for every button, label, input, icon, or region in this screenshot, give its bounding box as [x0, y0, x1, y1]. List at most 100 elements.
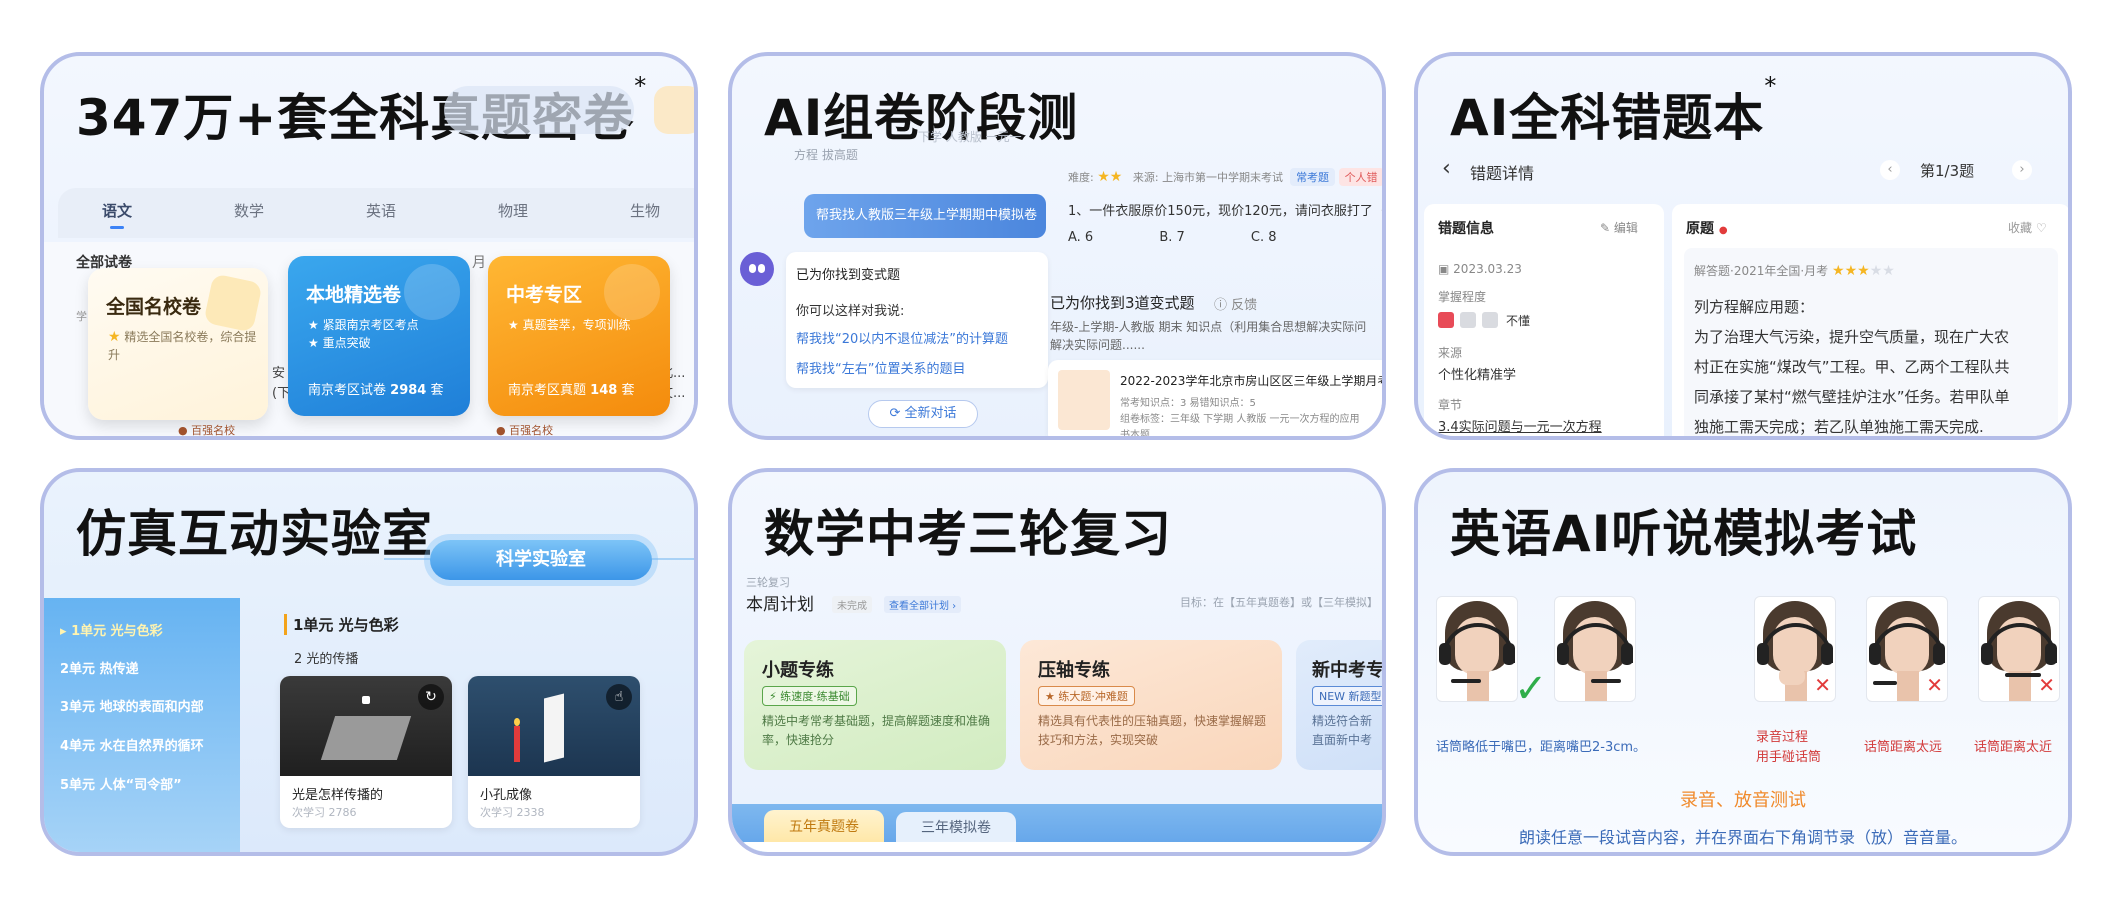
next-icon[interactable]: › [2012, 160, 2032, 180]
peek-text: 学 [76, 310, 87, 323]
date: ▣ 2023.03.23 [1438, 262, 1522, 276]
plan-card-title: 压轴专练 [1038, 660, 1110, 681]
tile-national-papers[interactable]: 全国名校卷 ★ 精选全国名校卷，综合提升 [88, 268, 268, 420]
mic-position-good-1 [1436, 596, 1518, 702]
peek-text: 安 [272, 366, 286, 381]
tile-zhongkao[interactable]: 中考专区 ★ 真题荟萃，专项训练 南京考区真题 148 套 [488, 256, 670, 416]
suggest-item-2[interactable]: 帮我找“左右”位置关系的题目 [796, 358, 965, 377]
new-chat-button[interactable]: ⟳ 全新对话 [868, 400, 978, 428]
touch-icon[interactable]: ☝ [606, 684, 632, 710]
location-icon [404, 264, 460, 320]
instruction: 朗读任意一段试音内容，并在界面右下角调节录（放）音音量。 [1518, 828, 1967, 847]
check-icon: ✓ [1514, 666, 1548, 712]
diamond-icon [203, 273, 263, 333]
mic-position-good-2 [1554, 596, 1636, 702]
tile-footer: 南京考区试卷 2984 套 [308, 383, 444, 398]
flame-shape [514, 718, 520, 726]
suggest-item-1[interactable]: 帮我找“20以内不退位减法”的计算题 [796, 328, 1008, 347]
mic-too-far: ✕ [1866, 596, 1948, 702]
tab-chinese[interactable]: 语文 [102, 200, 132, 229]
chapter-label: 章节 [1438, 398, 1463, 412]
card-math-review[interactable]: 数学中考三轮复习 三轮复习 本周计划 未完成 查看全部计划 › 目标：在【五年真… [728, 468, 1386, 856]
peek-text: 月 [472, 255, 486, 271]
caption-near: 话筒距离太近 [1974, 740, 2053, 755]
star-emblem-icon [604, 264, 660, 320]
tab-content [732, 842, 1382, 852]
plan-card-hard-questions[interactable]: 压轴专练 ★ 练大题·冲难题 精选具有代表性的压轴真题，快速掌握解题技巧和方法，… [1020, 640, 1282, 770]
tab-math[interactable]: 数学 [234, 200, 264, 221]
status-badge: 未完成 [832, 596, 872, 613]
question-line: 村正在实施“煤改气”工程。甲、乙两个工程队共 [1694, 358, 2010, 376]
prev-icon[interactable]: ‹ [1880, 160, 1900, 180]
card-mistake-book[interactable]: AI全科错题本* ‹ 错题详情 ‹ 第1/3题 › 错题信息 ✎ 编辑 ▣ 20… [1414, 52, 2072, 440]
target-text: 目标：在【五年真题卷】或【三年模拟】 [1180, 596, 1378, 609]
candle-shape [514, 726, 520, 762]
pager: 第1/3题 [1920, 162, 1975, 180]
sidebar-unit-4[interactable]: 4单元 水在自然界的循环 [60, 735, 204, 754]
star-icon: ★ [108, 329, 121, 345]
orig-meta: 解答题·2021年全国·月考 ★★★★★ [1694, 263, 1895, 279]
caption-touch-1: 录音过程 [1756, 730, 1809, 745]
plan-card-tag: ⚡ 练速度·练基础 [762, 686, 857, 706]
question-line: 独施工需天完成；若乙队单独施工需天完成. [1694, 418, 1984, 436]
tab-three-year[interactable]: 三年模拟卷 [896, 812, 1016, 844]
tab-english[interactable]: 英语 [366, 200, 396, 221]
experiment-card-pinhole[interactable]: ☝ 小孔成像 次学习 2338 [468, 676, 640, 828]
faded-text: 下学 人教版 一元一 [918, 130, 1022, 144]
chapter-link[interactable]: 3.4实际问题与一元一次方程 [1438, 416, 1602, 435]
card-title: 数学中考三轮复习 [764, 505, 1172, 563]
sidebar-unit-5[interactable]: 5单元 人体“司令部” [60, 774, 182, 793]
experiment-card-light[interactable]: ↻ 光是怎样传播的 次学习 2786 [280, 676, 452, 828]
rotate-icon[interactable]: ↻ [418, 684, 444, 710]
mistake-info-panel: 错题信息 ✎ 编辑 ▣ 2023.03.23 掌握程度 不懂 来源 个性化精准学… [1424, 204, 1664, 436]
source-label: 来源 [1438, 346, 1463, 360]
card-english-speaking[interactable]: 英语AI听说模拟考试 ✓ ✕ ✕ ✕ 话筒略低于嘴巴，距离嘴巴2-3cm。 录音… [1414, 468, 2072, 856]
back-chevron-icon[interactable]: ‹ [1442, 156, 1451, 181]
sidebar-unit-2[interactable]: 2单元 热传递 [60, 658, 139, 677]
plan-card-small-questions[interactable]: 小题专练 ⚡ 练速度·练基础 精选中考常考基础题，提高解题速度和准确率，快速抢分 [744, 640, 1006, 770]
plan-card-title: 新中考专 [1312, 660, 1384, 681]
heart-icon: ♡ [2035, 221, 2047, 235]
cross-icon: ✕ [2038, 673, 2055, 697]
orig-title: 原题 ● [1686, 221, 1728, 237]
decor-pill [444, 86, 634, 134]
view-all-link[interactable]: 查看全部计划 › [884, 596, 962, 613]
board-shape [320, 716, 412, 760]
card-exam-papers[interactable]: 347万+套全科真题密卷* 语文 数学 英语 物理 生物 全部试卷 学 月 安 … [40, 52, 698, 440]
mastery-level-3[interactable] [1482, 312, 1498, 328]
card-ai-test[interactable]: AI组卷阶段测 下学 人教版 一元一 方程 拔高题 帮我找人教版三年级上学期期中… [728, 52, 1386, 440]
collect-button[interactable]: 收藏 ♡ [2008, 219, 2047, 236]
tile-local-papers[interactable]: 本地精选卷 ★ 紧跟南京考区考点 ★ 重点突破 南京考区试卷 2984 套 [288, 256, 470, 416]
cross-icon: ✕ [1814, 673, 1831, 697]
tab-biology[interactable]: 生物 [630, 200, 660, 221]
sidebar-unit-3[interactable]: 3单元 地球的表面和内部 [60, 696, 204, 715]
tile-desc: ★ 真题荟萃，专项训练 [508, 318, 631, 332]
question-line: 同承接了某村“燃气壁挂炉注水”任务。若甲队单 [1694, 388, 2010, 406]
feedback-link[interactable]: ⓘ 反馈 [1214, 294, 1257, 313]
experiment-views: 次学习 2786 [292, 806, 357, 819]
paper-item[interactable]: 2022-2023学年北京市房山区区三年级上学期月考数 常考知识点：3 易错知识… [1048, 360, 1382, 440]
edit-button[interactable]: ✎ 编辑 [1600, 219, 1638, 236]
sidebar-unit-1[interactable]: ▸ 1单元 光与色彩 [60, 620, 163, 639]
mic-too-near: ✕ [1978, 596, 2060, 702]
badge-top-school: ● 百强名校 [496, 424, 554, 437]
plan-card-desc: 精选具有代表性的压轴真题，快速掌握解题技巧和方法，实现突破 [1038, 714, 1267, 747]
question-line: 列方程解应用题： [1694, 298, 1815, 316]
tab-five-year[interactable]: 五年真题卷 [764, 810, 884, 844]
knowledge-line: 解决实际问题...... [1050, 338, 1145, 352]
info-title: 错题信息 [1438, 221, 1494, 237]
calendar-icon: ▣ [1438, 262, 1450, 276]
experiment-label: 小孔成像 [480, 788, 533, 803]
plan-card-new-type[interactable]: 新中考专 NEW 新题型 精选符合新 直面新中考 [1296, 640, 1384, 770]
mic-touch-hand: ✕ [1754, 596, 1836, 702]
paper-thumb-icon [1058, 370, 1110, 430]
mastery-level-2[interactable] [1460, 312, 1476, 328]
card-virtual-lab[interactable]: 仿真互动实验室 科学实验室 ▸ 1单元 光与色彩 2单元 热传递 3单元 地球的… [40, 468, 698, 856]
section-title: 1单元 光与色彩 [284, 614, 399, 635]
mastery-level-1[interactable] [1438, 312, 1454, 328]
tile-desc: ★ 精选全国名校卷，综合提升 [108, 329, 257, 362]
paper-meta: 书本题 [1120, 430, 1150, 440]
tab-physics[interactable]: 物理 [498, 200, 528, 221]
subsection-title: 2 光的传播 [294, 652, 359, 667]
question-panel: 难度: ★★ 来源: 上海市第一中学期末考试 常考题 个人错 1、一件衣服原价1… [1054, 156, 1382, 300]
